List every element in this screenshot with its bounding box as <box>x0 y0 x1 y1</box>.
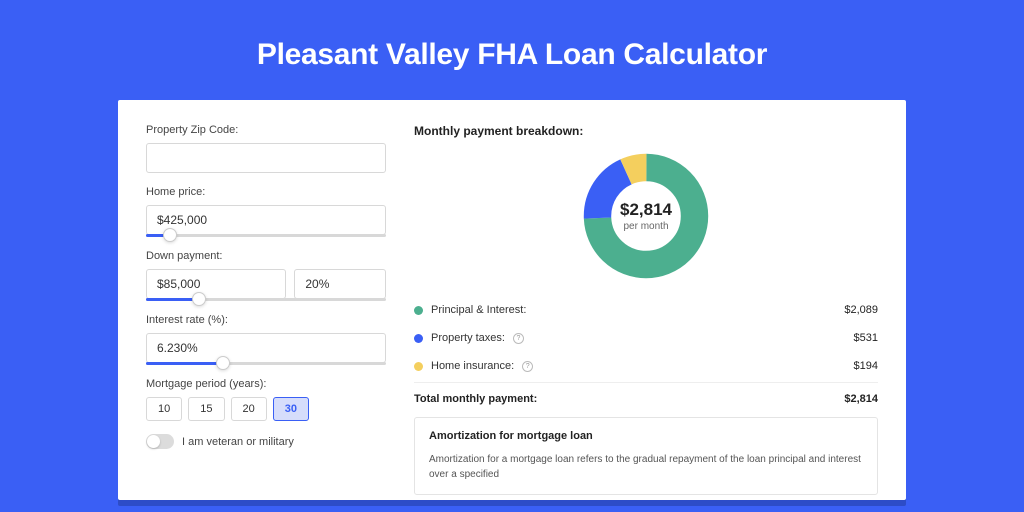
interest-rate-slider[interactable] <box>146 362 386 365</box>
donut-chart: $2,814 per month <box>582 152 710 280</box>
amortization-box: Amortization for mortgage loan Amortizat… <box>414 417 878 495</box>
veteran-label: I am veteran or military <box>182 436 294 448</box>
amortization-text: Amortization for a mortgage loan refers … <box>429 452 863 482</box>
legend-label: Home insurance: <box>431 360 514 372</box>
info-icon[interactable]: ? <box>522 361 533 372</box>
slider-thumb[interactable] <box>163 228 177 242</box>
period-button-15[interactable]: 15 <box>188 397 224 421</box>
period-button-30[interactable]: 30 <box>273 397 309 421</box>
home-price-field: Home price: <box>146 186 386 237</box>
slider-thumb[interactable] <box>216 356 230 370</box>
donut-chart-wrap: $2,814 per month <box>414 152 878 280</box>
inputs-column: Property Zip Code: Home price: Down paym… <box>146 124 386 500</box>
veteran-toggle[interactable] <box>146 434 174 449</box>
breakdown-column: Monthly payment breakdown: $2,814 per mo… <box>414 124 878 500</box>
legend-row: Property taxes:? $531 <box>414 324 878 352</box>
down-payment-pct-input[interactable] <box>294 269 386 299</box>
mortgage-period-field: Mortgage period (years): 1015 2030 <box>146 378 386 421</box>
down-payment-field: Down payment: <box>146 250 386 301</box>
toggle-knob <box>147 435 160 448</box>
legend-value: $2,089 <box>844 304 878 316</box>
down-payment-input[interactable] <box>146 269 286 299</box>
amortization-title: Amortization for mortgage loan <box>429 430 863 442</box>
page-title: Pleasant Valley FHA Loan Calculator <box>257 38 767 72</box>
period-button-10[interactable]: 10 <box>146 397 182 421</box>
total-value: $2,814 <box>844 393 878 405</box>
home-price-label: Home price: <box>146 186 386 198</box>
legend-label: Property taxes: <box>431 332 505 344</box>
home-price-input[interactable] <box>146 205 386 235</box>
info-icon[interactable]: ? <box>513 333 524 344</box>
interest-rate-input[interactable] <box>146 333 386 363</box>
interest-rate-field: Interest rate (%): <box>146 314 386 365</box>
mortgage-period-label: Mortgage period (years): <box>146 378 386 390</box>
down-payment-label: Down payment: <box>146 250 386 262</box>
zip-field: Property Zip Code: <box>146 124 386 173</box>
legend-value: $194 <box>854 360 878 372</box>
zip-input[interactable] <box>146 143 386 173</box>
veteran-toggle-row: I am veteran or military <box>146 434 386 449</box>
calculator-card: Property Zip Code: Home price: Down paym… <box>118 100 906 500</box>
total-row: Total monthly payment: $2,814 <box>414 382 878 417</box>
legend-row: Principal & Interest: $2,089 <box>414 296 878 324</box>
donut-sublabel: per month <box>623 221 668 232</box>
legend-dot <box>414 306 423 315</box>
legend-dot <box>414 362 423 371</box>
legend-value: $531 <box>854 332 878 344</box>
interest-rate-label: Interest rate (%): <box>146 314 386 326</box>
donut-amount: $2,814 <box>620 200 672 220</box>
zip-label: Property Zip Code: <box>146 124 386 136</box>
legend-dot <box>414 334 423 343</box>
legend-label: Principal & Interest: <box>431 304 526 316</box>
total-label: Total monthly payment: <box>414 393 537 405</box>
home-price-slider[interactable] <box>146 234 386 237</box>
legend-row: Home insurance:? $194 <box>414 352 878 380</box>
breakdown-title: Monthly payment breakdown: <box>414 124 878 138</box>
period-button-20[interactable]: 20 <box>231 397 267 421</box>
slider-thumb[interactable] <box>192 292 206 306</box>
down-payment-slider[interactable] <box>146 298 386 301</box>
